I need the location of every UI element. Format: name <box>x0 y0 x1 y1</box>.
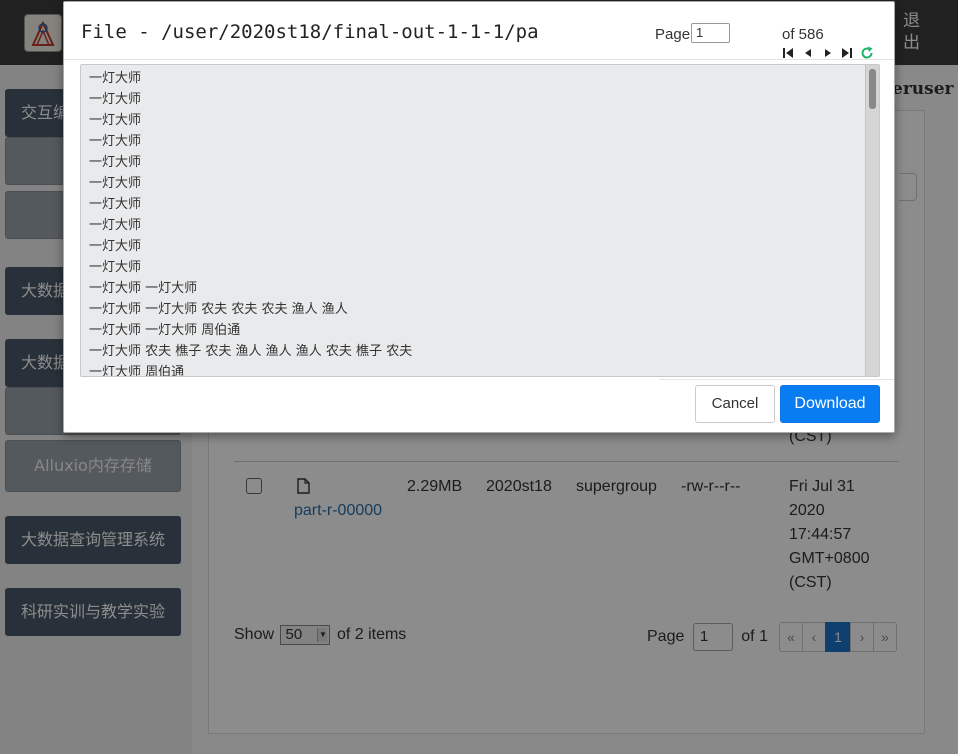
content-line: 一灯大师 农夫 樵子 农夫 渔人 渔人 渔人 农夫 樵子 农夫 <box>89 344 413 359</box>
modal-page-total: of 586 <box>782 26 824 43</box>
content-line: 一灯大师 一灯大师 农夫 农夫 农夫 渔人 渔人 <box>89 302 348 317</box>
cancel-button[interactable]: Cancel <box>695 385 775 423</box>
modal-header-divider <box>64 59 894 60</box>
content-line: 一灯大师 <box>89 239 142 254</box>
file-content-lines: 一灯大师 一灯大师 一灯大师 一灯大师 一灯大师 一灯大师 一灯大师 一灯大师 一灯大师 一灯大师… <box>89 68 859 377</box>
content-line: 一灯大师 <box>89 260 142 275</box>
file-content-viewer[interactable]: 一灯大师 一灯大师 一灯大师 一灯大师 一灯大师 一灯大师 一灯大师 一灯大师 一灯大师 一灯大师… <box>80 64 880 377</box>
last-page-icon[interactable] <box>840 46 854 60</box>
content-line: 一灯大师 <box>89 134 142 149</box>
file-preview-modal: File - /user/2020st18/final-out-1-1-1/pa… <box>63 1 895 433</box>
content-line: 一灯大师 一灯大师 周伯通 <box>89 323 241 338</box>
modal-title: File - /user/2020st18/final-out-1-1-1/pa… <box>81 21 541 43</box>
scrollbar-thumb[interactable] <box>869 69 876 109</box>
content-line: 一灯大师 周伯通 <box>89 365 185 377</box>
content-line: 一灯大师 <box>89 197 142 212</box>
next-page-icon[interactable] <box>821 46 835 60</box>
content-line: 一灯大师 一灯大师 <box>89 281 198 296</box>
content-line: 一灯大师 <box>89 71 142 86</box>
modal-page-input[interactable]: 1 <box>691 23 730 43</box>
content-line: 一灯大师 <box>89 92 142 107</box>
download-button[interactable]: Download <box>780 385 880 423</box>
modal-footer-divider <box>659 379 894 380</box>
refresh-icon[interactable] <box>860 46 874 60</box>
first-page-icon[interactable] <box>781 46 795 60</box>
content-line: 一灯大师 <box>89 155 142 170</box>
content-line: 一灯大师 <box>89 176 142 191</box>
content-line: 一灯大师 <box>89 218 142 233</box>
content-scrollbar[interactable] <box>865 65 879 376</box>
modal-page-label: Page <box>655 26 691 43</box>
prev-page-icon[interactable] <box>801 46 815 60</box>
content-line: 一灯大师 <box>89 113 142 128</box>
